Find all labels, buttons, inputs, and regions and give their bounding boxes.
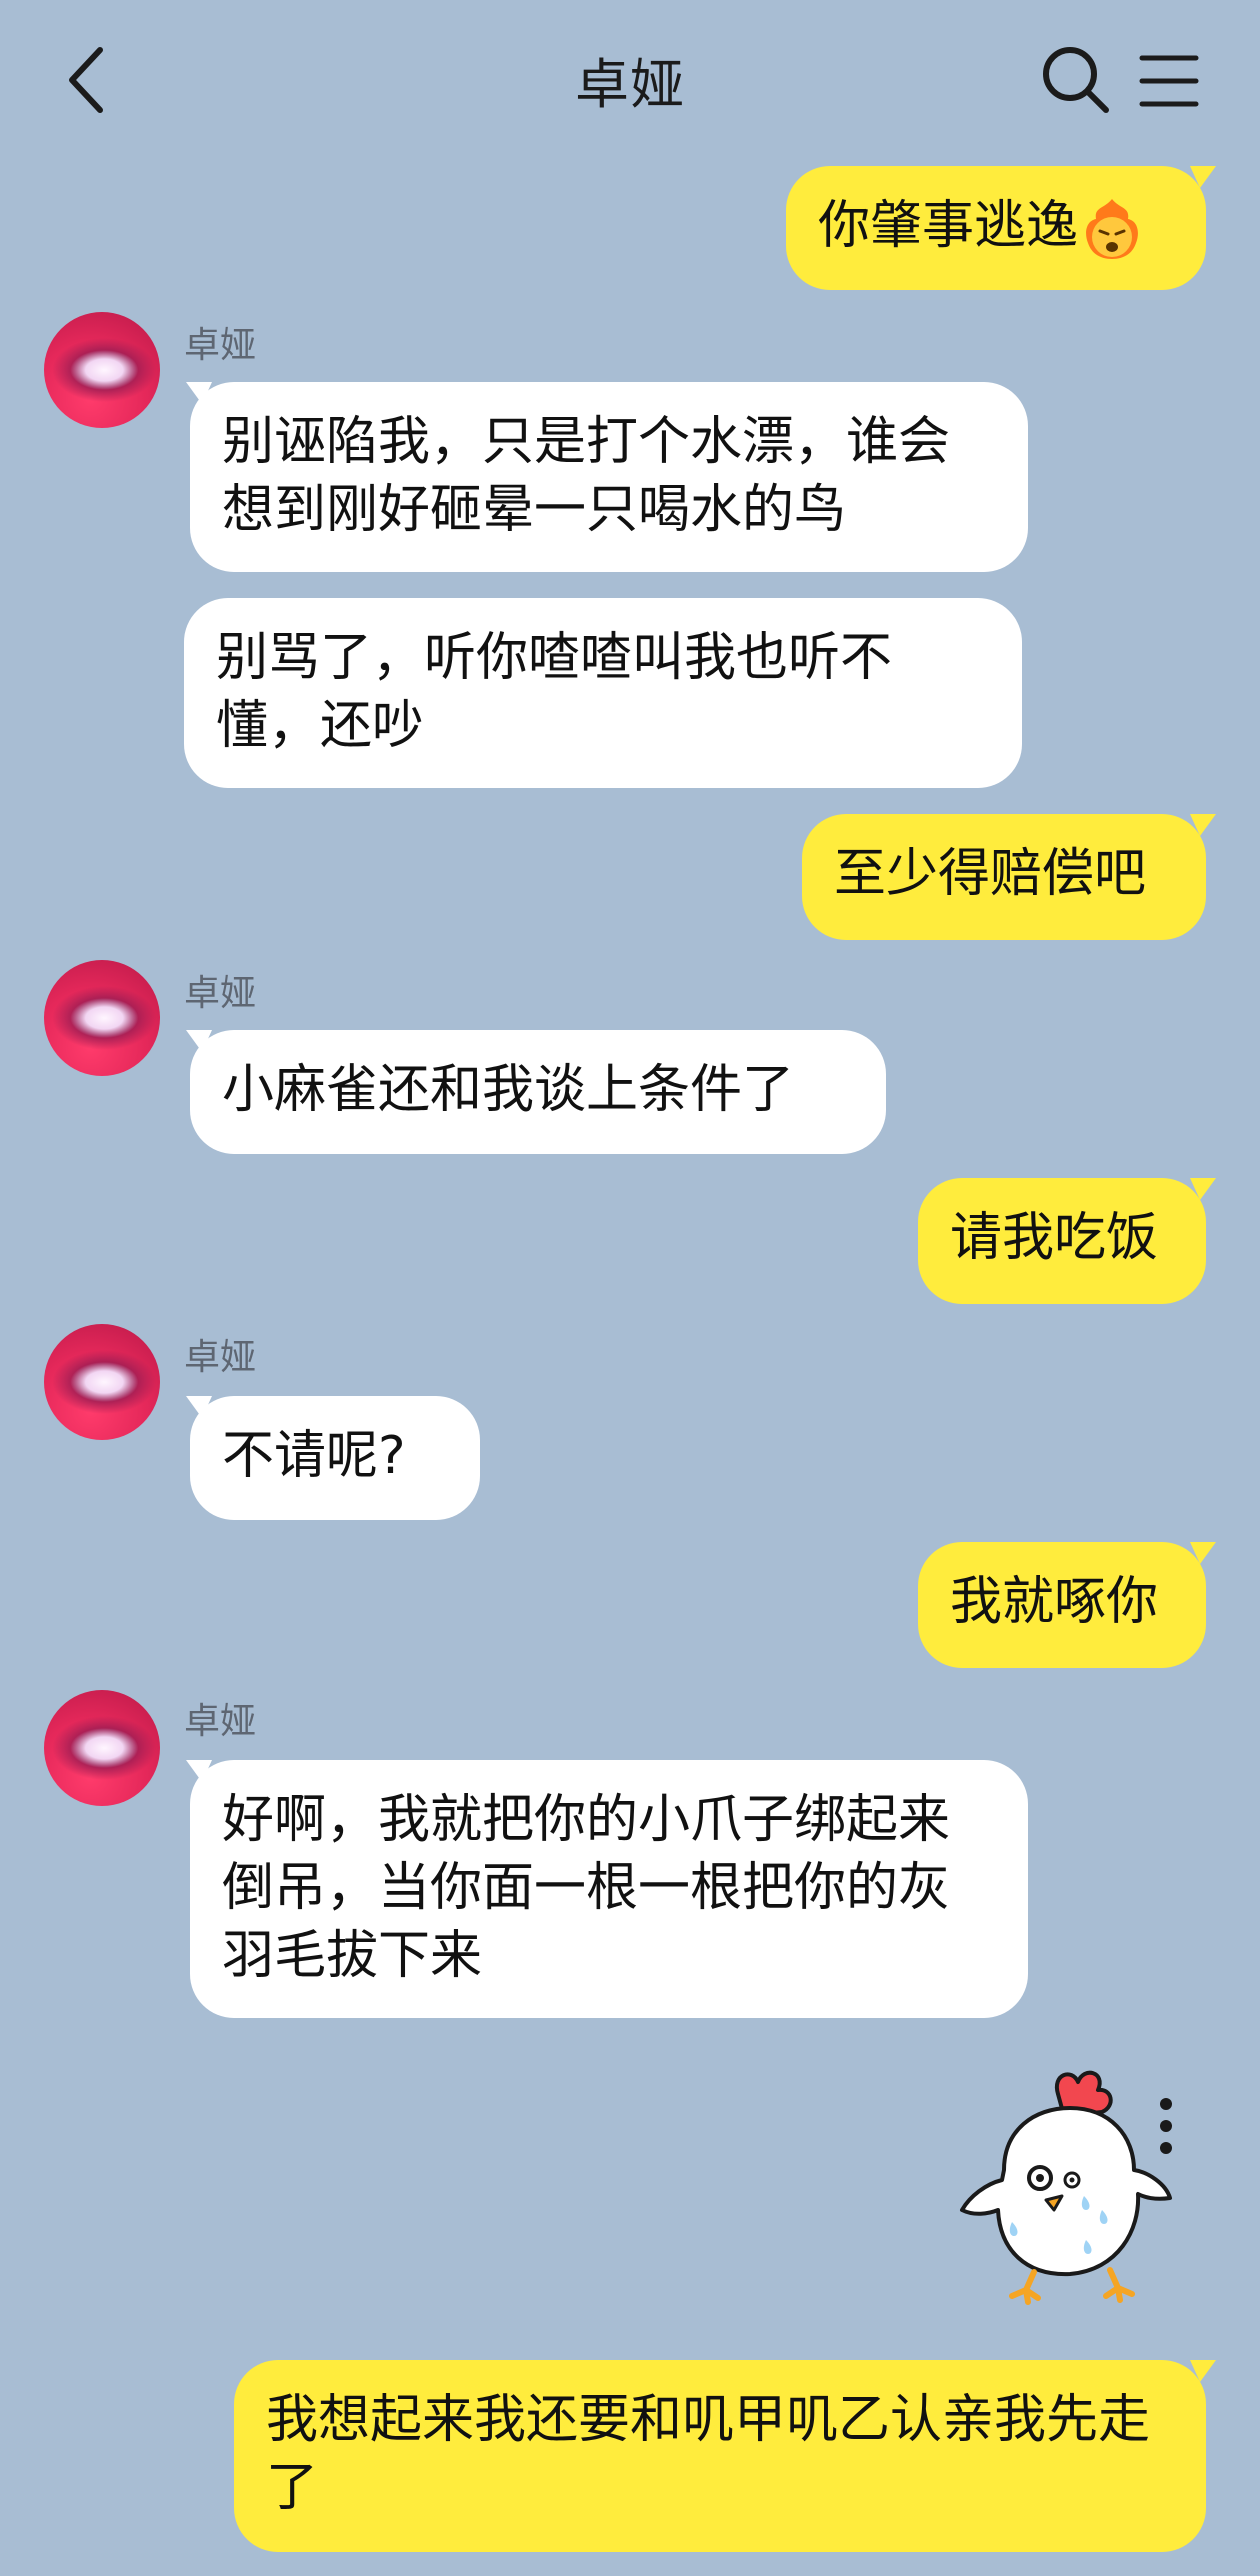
bubble-tail bbox=[1190, 2360, 1216, 2382]
own-message-bubble[interactable]: 请我吃饭 bbox=[918, 1178, 1206, 1304]
own-message-bubble[interactable]: 我就啄你 bbox=[918, 1542, 1206, 1668]
search-icon bbox=[1043, 47, 1109, 113]
sender-name: 卓娅 bbox=[184, 1701, 257, 1742]
top-bar: 卓娅 bbox=[0, 0, 1260, 160]
menu-button[interactable] bbox=[1138, 50, 1200, 112]
sender-name: 卓娅 bbox=[184, 325, 257, 366]
incoming-message-bubble[interactable]: 好啊，我就把你的小爪子绑起来倒吊，当你面一根一根把你的灰羽毛拔下来 bbox=[190, 1760, 1028, 2018]
sender-name: 卓娅 bbox=[184, 973, 257, 1014]
bubble-tail bbox=[1190, 166, 1216, 188]
incoming-message-bubble[interactable]: 别诬陷我，只是打个水漂，谁会想到刚好砸晕一只喝水的鸟 bbox=[190, 382, 1028, 572]
avatar[interactable] bbox=[44, 312, 160, 428]
bubble-tail bbox=[1190, 814, 1216, 836]
nervous-chick-sticker[interactable] bbox=[934, 2060, 1194, 2306]
message-text: 你肇事逃逸 bbox=[818, 196, 1079, 256]
incoming-message-bubble[interactable]: 不请呢? bbox=[190, 1396, 480, 1520]
avatar[interactable] bbox=[44, 1690, 160, 1806]
own-message-bubble[interactable]: 你肇事逃逸 bbox=[786, 166, 1206, 290]
message-text: 不请呢? bbox=[222, 1426, 406, 1486]
bubble-tail bbox=[1190, 1178, 1216, 1200]
message-text: 我想起来我还要和叽甲叽乙认亲我先走了 bbox=[266, 2390, 1151, 2518]
avatar[interactable] bbox=[44, 1324, 160, 1440]
bubble-tail bbox=[1190, 1542, 1216, 1564]
message-text: 好啊，我就把你的小爪子绑起来倒吊，当你面一根一根把你的灰羽毛拔下来 bbox=[222, 1790, 951, 1986]
own-message-bubble[interactable]: 我想起来我还要和叽甲叽乙认亲我先走了 bbox=[234, 2360, 1206, 2552]
message-text: 我就啄你 bbox=[950, 1572, 1159, 1632]
message-text: 别骂了，听你喳喳叫我也听不懂，还吵 bbox=[216, 628, 893, 756]
angry-face-emoji bbox=[1080, 197, 1144, 261]
message-text: 别诬陷我，只是打个水漂，谁会想到刚好砸晕一只喝水的鸟 bbox=[222, 412, 951, 540]
menu-icon bbox=[1139, 55, 1199, 107]
message-text: 至少得赔偿吧 bbox=[834, 844, 1147, 904]
incoming-message-bubble[interactable]: 别骂了，听你喳喳叫我也听不懂，还吵 bbox=[184, 598, 1022, 788]
search-button[interactable] bbox=[1040, 44, 1112, 116]
own-message-bubble[interactable]: 至少得赔偿吧 bbox=[802, 814, 1206, 940]
incoming-message-bubble[interactable]: 小麻雀还和我谈上条件了 bbox=[190, 1030, 886, 1154]
message-text: 请我吃饭 bbox=[950, 1208, 1159, 1268]
message-text: 小麻雀还和我谈上条件了 bbox=[222, 1060, 795, 1120]
avatar[interactable] bbox=[44, 960, 160, 1076]
sender-name: 卓娅 bbox=[184, 1337, 257, 1378]
